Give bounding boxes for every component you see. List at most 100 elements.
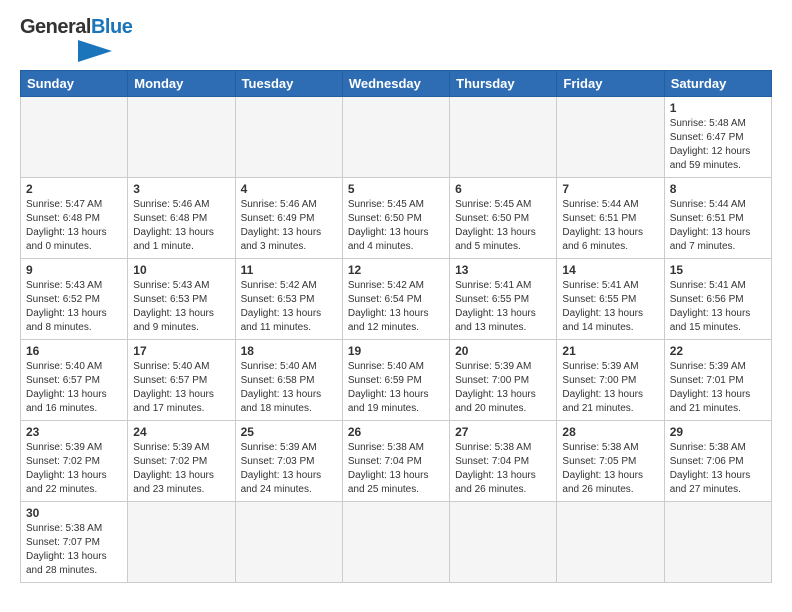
col-header-monday: Monday [128,71,235,97]
calendar-cell: 4 Sunrise: 5:46 AM Sunset: 6:49 PM Daylig… [235,178,342,259]
calendar-cell [128,502,235,583]
day-number: 2 [26,182,122,196]
day-info: Sunrise: 5:43 AM Sunset: 6:53 PM Dayligh… [133,279,229,335]
calendar-cell: 17Sunrise: 5:40 AM Sunset: 6:57 PM Dayli… [128,340,235,421]
calendar-cell: 26 Sunrise: 5:38 AM Sunset: 7:04 PM Dayli… [342,421,449,502]
calendar-cell: 13 Sunrise: 5:41 AM Sunset: 6:55 PM Dayli… [450,259,557,340]
calendar-cell [128,97,235,178]
calendar-cell: 10 Sunrise: 5:43 AM Sunset: 6:53 PM Dayli… [128,259,235,340]
calendar-table: SundayMondayTuesdayWednesdayThursdayFrid… [20,70,772,583]
calendar-cell: 22Sunrise: 5:39 AM Sunset: 7:01 PM Dayli… [664,340,771,421]
day-info: Sunrise: 5:38 AM Sunset: 7:04 PM Dayligh… [348,441,444,497]
calendar-cell: 5Sunrise: 5:45 AM Sunset: 6:50 PM Daylig… [342,178,449,259]
day-info: Sunrise: 5:45 AM Sunset: 6:50 PM Dayligh… [455,198,551,254]
col-header-thursday: Thursday [450,71,557,97]
calendar-cell: 15 Sunrise: 5:41 AM Sunset: 6:56 PM Dayli… [664,259,771,340]
calendar-cell: 1Sunrise: 5:48 AM Sunset: 6:47 PM Daylig… [664,97,771,178]
day-number: 8 [670,182,766,196]
day-info: Sunrise: 5:39 AM Sunset: 7:03 PM Dayligh… [241,441,337,497]
day-number: 21 [562,344,658,358]
day-info: Sunrise: 5:42 AM Sunset: 6:54 PM Dayligh… [348,279,444,335]
col-header-sunday: Sunday [21,71,128,97]
day-info: Sunrise: 5:38 AM Sunset: 7:04 PM Dayligh… [455,441,551,497]
day-info: Sunrise: 5:41 AM Sunset: 6:55 PM Dayligh… [455,279,551,335]
calendar-week-row: 16Sunrise: 5:40 AM Sunset: 6:57 PM Dayli… [21,340,772,421]
calendar-cell: 28 Sunrise: 5:38 AM Sunset: 7:05 PM Dayli… [557,421,664,502]
calendar-cell: 23Sunrise: 5:39 AM Sunset: 7:02 PM Dayli… [21,421,128,502]
day-number: 28 [562,425,658,439]
day-info: Sunrise: 5:40 AM Sunset: 6:57 PM Dayligh… [133,360,229,416]
logo: GeneralBlue [20,16,132,62]
day-info: Sunrise: 5:39 AM Sunset: 7:02 PM Dayligh… [133,441,229,497]
header: GeneralBlue [20,16,772,62]
day-number: 15 [670,263,766,277]
day-info: Sunrise: 5:41 AM Sunset: 6:56 PM Dayligh… [670,279,766,335]
day-number: 27 [455,425,551,439]
calendar-cell [557,97,664,178]
calendar-cell: 16Sunrise: 5:40 AM Sunset: 6:57 PM Dayli… [21,340,128,421]
day-number: 24 [133,425,229,439]
col-header-saturday: Saturday [664,71,771,97]
day-number: 10 [133,263,229,277]
day-info: Sunrise: 5:46 AM Sunset: 6:48 PM Dayligh… [133,198,229,254]
day-number: 23 [26,425,122,439]
calendar-header-row: SundayMondayTuesdayWednesdayThursdayFrid… [21,71,772,97]
day-number: 3 [133,182,229,196]
calendar-cell: 25 Sunrise: 5:39 AM Sunset: 7:03 PM Dayli… [235,421,342,502]
day-info: Sunrise: 5:48 AM Sunset: 6:47 PM Dayligh… [670,117,766,173]
col-header-tuesday: Tuesday [235,71,342,97]
calendar-cell [557,502,664,583]
logo-text: GeneralBlue [20,16,132,39]
calendar-cell [450,502,557,583]
day-number: 14 [562,263,658,277]
day-info: Sunrise: 5:42 AM Sunset: 6:53 PM Dayligh… [241,279,337,335]
day-info: Sunrise: 5:41 AM Sunset: 6:55 PM Dayligh… [562,279,658,335]
page: GeneralBlue SundayMondayTuesdayWednesday… [0,0,792,612]
calendar-week-row: 2Sunrise: 5:47 AM Sunset: 6:48 PM Daylig… [21,178,772,259]
day-number: 5 [348,182,444,196]
day-number: 12 [348,263,444,277]
calendar-week-row: 30 Sunrise: 5:38 AM Sunset: 7:07 PM Dayli… [21,502,772,583]
calendar-cell: 29Sunrise: 5:38 AM Sunset: 7:06 PM Dayli… [664,421,771,502]
logo-triangle-icon [78,40,112,62]
day-info: Sunrise: 5:38 AM Sunset: 7:05 PM Dayligh… [562,441,658,497]
day-info: Sunrise: 5:39 AM Sunset: 7:01 PM Dayligh… [670,360,766,416]
day-info: Sunrise: 5:38 AM Sunset: 7:07 PM Dayligh… [26,522,122,578]
calendar-cell [235,502,342,583]
calendar-cell: 8 Sunrise: 5:44 AM Sunset: 6:51 PM Daylig… [664,178,771,259]
calendar-cell: 20Sunrise: 5:39 AM Sunset: 7:00 PM Dayli… [450,340,557,421]
day-number: 30 [26,506,122,520]
day-number: 25 [241,425,337,439]
calendar-cell: 14 Sunrise: 5:41 AM Sunset: 6:55 PM Dayli… [557,259,664,340]
day-number: 18 [241,344,337,358]
day-info: Sunrise: 5:40 AM Sunset: 6:59 PM Dayligh… [348,360,444,416]
calendar-cell: 30 Sunrise: 5:38 AM Sunset: 7:07 PM Dayli… [21,502,128,583]
calendar-cell: 24 Sunrise: 5:39 AM Sunset: 7:02 PM Dayli… [128,421,235,502]
day-info: Sunrise: 5:43 AM Sunset: 6:52 PM Dayligh… [26,279,122,335]
day-info: Sunrise: 5:40 AM Sunset: 6:58 PM Dayligh… [241,360,337,416]
calendar-cell: 12 Sunrise: 5:42 AM Sunset: 6:54 PM Dayli… [342,259,449,340]
day-number: 4 [241,182,337,196]
calendar-cell: 19Sunrise: 5:40 AM Sunset: 6:59 PM Dayli… [342,340,449,421]
calendar-cell: 7Sunrise: 5:44 AM Sunset: 6:51 PM Daylig… [557,178,664,259]
calendar-week-row: 9Sunrise: 5:43 AM Sunset: 6:52 PM Daylig… [21,259,772,340]
day-number: 7 [562,182,658,196]
day-info: Sunrise: 5:44 AM Sunset: 6:51 PM Dayligh… [670,198,766,254]
day-number: 26 [348,425,444,439]
col-header-wednesday: Wednesday [342,71,449,97]
day-number: 13 [455,263,551,277]
calendar-week-row: 23 Sunrise: 5:39 AM Sunset: 7:02 PM Dayli… [21,421,772,502]
col-header-friday: Friday [557,71,664,97]
calendar-cell: 18 Sunrise: 5:40 AM Sunset: 6:58 PM Dayli… [235,340,342,421]
calendar-cell: 6 Sunrise: 5:45 AM Sunset: 6:50 PM Daylig… [450,178,557,259]
calendar-cell: 11Sunrise: 5:42 AM Sunset: 6:53 PM Dayli… [235,259,342,340]
day-info: Sunrise: 5:39 AM Sunset: 7:00 PM Dayligh… [562,360,658,416]
calendar-cell [235,97,342,178]
calendar-cell: 3 Sunrise: 5:46 AM Sunset: 6:48 PM Daylig… [128,178,235,259]
calendar-cell [342,97,449,178]
day-number: 6 [455,182,551,196]
calendar-cell [450,97,557,178]
day-info: Sunrise: 5:46 AM Sunset: 6:49 PM Dayligh… [241,198,337,254]
calendar-cell: 9Sunrise: 5:43 AM Sunset: 6:52 PM Daylig… [21,259,128,340]
day-number: 29 [670,425,766,439]
